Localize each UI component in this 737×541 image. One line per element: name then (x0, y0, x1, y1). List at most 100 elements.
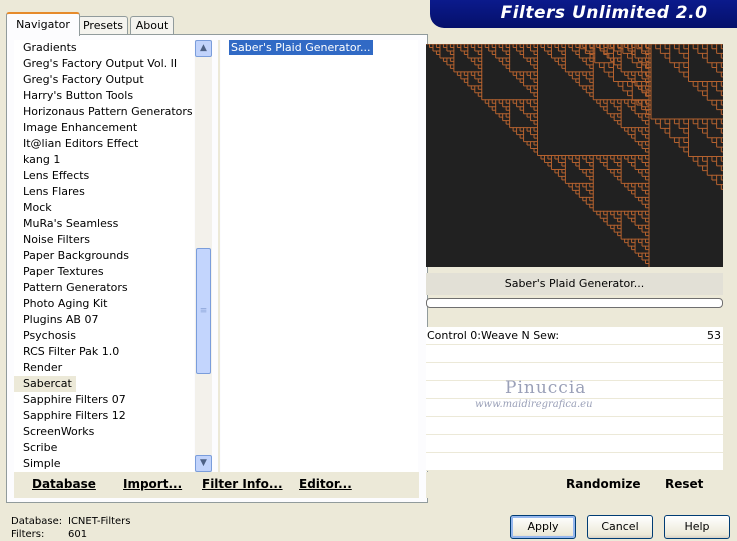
category-list[interactable]: Gradients Greg's Factory Output Vol. II Gr… (14, 40, 194, 472)
pattern-stroke (721, 179, 723, 181)
category-item[interactable]: Sabercat (14, 376, 194, 392)
category-item[interactable]: Mock (14, 200, 194, 216)
pattern-stroke (608, 52, 614, 59)
pattern-stroke (436, 53, 441, 58)
pattern-stroke (716, 62, 722, 68)
category-item[interactable]: Gradients (14, 40, 194, 56)
category-label: Sapphire Filters 07 (23, 393, 126, 406)
category-item[interactable]: Plugins AB 07 (14, 312, 194, 328)
pattern-stroke (628, 182, 633, 187)
category-item[interactable]: Horizonaus Pattern Generators (14, 104, 194, 120)
pattern-stroke (614, 155, 619, 159)
pattern-stroke (679, 71, 685, 77)
category-item[interactable]: Image Enhancement (14, 120, 194, 136)
pattern-stroke (582, 88, 587, 93)
scroll-thumb[interactable]: ≡ (196, 248, 211, 374)
category-item[interactable]: RCS Filter Pak 1.0 (14, 344, 194, 360)
pattern-stroke (551, 168, 556, 173)
control-row[interactable]: Control 0:Weave N Sew: 53 (426, 327, 723, 345)
pattern-stroke (683, 44, 689, 49)
pattern-stroke (628, 238, 633, 243)
import-button[interactable]: Import... (123, 477, 182, 491)
pattern-stroke (590, 57, 596, 63)
tab-navigator[interactable]: Navigator (6, 12, 80, 36)
pattern-stroke (721, 113, 723, 115)
pattern-stroke (523, 141, 528, 146)
filter-item-selected[interactable]: Saber's Plaid Generator... (229, 40, 373, 55)
category-item[interactable]: It@lian Editors Effect (14, 136, 194, 152)
cancel-button[interactable]: Cancel (587, 515, 653, 539)
category-item[interactable]: Harry's Button Tools (14, 88, 194, 104)
pattern-stroke (645, 141, 650, 146)
control-row-empty (426, 345, 723, 363)
pattern-stroke (610, 172, 615, 177)
pattern-stroke (492, 99, 497, 104)
pattern-stroke (534, 60, 538, 65)
apply-button[interactable]: Apply (510, 515, 576, 539)
category-scrollbar[interactable]: ▲ ≡ ▼ (195, 40, 212, 472)
pattern-stroke (523, 57, 528, 62)
pattern-stroke (642, 113, 647, 118)
pattern-stroke (617, 224, 622, 229)
category-item[interactable]: Simple (14, 456, 194, 472)
filter-info-button[interactable]: Filter Info... (202, 477, 283, 491)
category-item[interactable]: Greg's Factory Output Vol. II (14, 56, 194, 72)
category-item[interactable]: Paper Backgrounds (14, 248, 194, 264)
category-item[interactable]: Lens Effects (14, 168, 194, 184)
category-item[interactable]: Sapphire Filters 07 (14, 392, 194, 408)
pattern-stroke (702, 44, 708, 49)
control-value[interactable]: 53 (707, 329, 721, 342)
category-item[interactable]: Scribe (14, 440, 194, 456)
category-item[interactable]: Pattern Generators (14, 280, 194, 296)
category-item[interactable]: Psychosis (14, 328, 194, 344)
pattern-stroke (716, 118, 722, 124)
randomize-button[interactable]: Randomize (566, 477, 640, 491)
pattern-stroke (645, 217, 650, 222)
category-item[interactable]: Paper Textures (14, 264, 194, 280)
pattern-stroke (432, 44, 437, 48)
category-item[interactable]: ScreenWorks (14, 424, 194, 440)
pattern-stroke (547, 158, 552, 163)
pattern-stroke (579, 57, 584, 62)
tab-presets[interactable]: Presets (78, 16, 128, 35)
pattern-stroke (520, 53, 525, 58)
tab-about[interactable]: About (130, 16, 174, 35)
category-item[interactable]: Sapphire Filters 12 (14, 408, 194, 424)
pattern-stroke (492, 102, 497, 107)
pattern-stroke (530, 106, 535, 111)
pattern-stroke (502, 44, 507, 48)
pattern-stroke (636, 85, 643, 91)
category-item[interactable]: Photo Aging Kit (14, 296, 194, 312)
pattern-stroke (530, 50, 535, 55)
category-item[interactable]: Greg's Factory Output (14, 72, 194, 88)
pattern-stroke (575, 186, 580, 191)
filter-list[interactable]: Saber's Plaid Generator... (221, 40, 418, 472)
pattern-stroke (471, 60, 476, 65)
pattern-stroke (642, 141, 647, 146)
pattern-stroke (534, 85, 538, 90)
pattern-stroke (624, 71, 629, 76)
pattern-stroke (534, 81, 538, 86)
scroll-up-arrow-icon[interactable]: ▲ (195, 40, 212, 57)
category-item[interactable]: Render (14, 360, 194, 376)
editor-button[interactable]: Editor... (299, 477, 352, 491)
pattern-stroke (474, 71, 479, 76)
reset-button[interactable]: Reset (665, 477, 703, 491)
pattern-stroke (474, 44, 479, 48)
scroll-down-arrow-icon[interactable]: ▼ (195, 455, 212, 472)
pattern-stroke (603, 158, 608, 163)
category-item[interactable]: Noise Filters (14, 232, 194, 248)
pattern-stroke (478, 74, 483, 79)
pattern-stroke (621, 238, 626, 243)
pattern-stroke (520, 71, 525, 76)
category-item[interactable]: Lens Flares (14, 184, 194, 200)
help-button[interactable]: Help (664, 515, 730, 539)
category-item[interactable]: MuRa's Seamless (14, 216, 194, 232)
pattern-stroke (537, 44, 542, 48)
pattern-stroke (589, 207, 594, 212)
pattern-stroke (527, 44, 532, 48)
pattern-stroke (607, 99, 612, 104)
pattern-stroke (530, 99, 535, 104)
database-button[interactable]: Database (32, 477, 96, 491)
category-item[interactable]: kang 1 (14, 152, 194, 168)
